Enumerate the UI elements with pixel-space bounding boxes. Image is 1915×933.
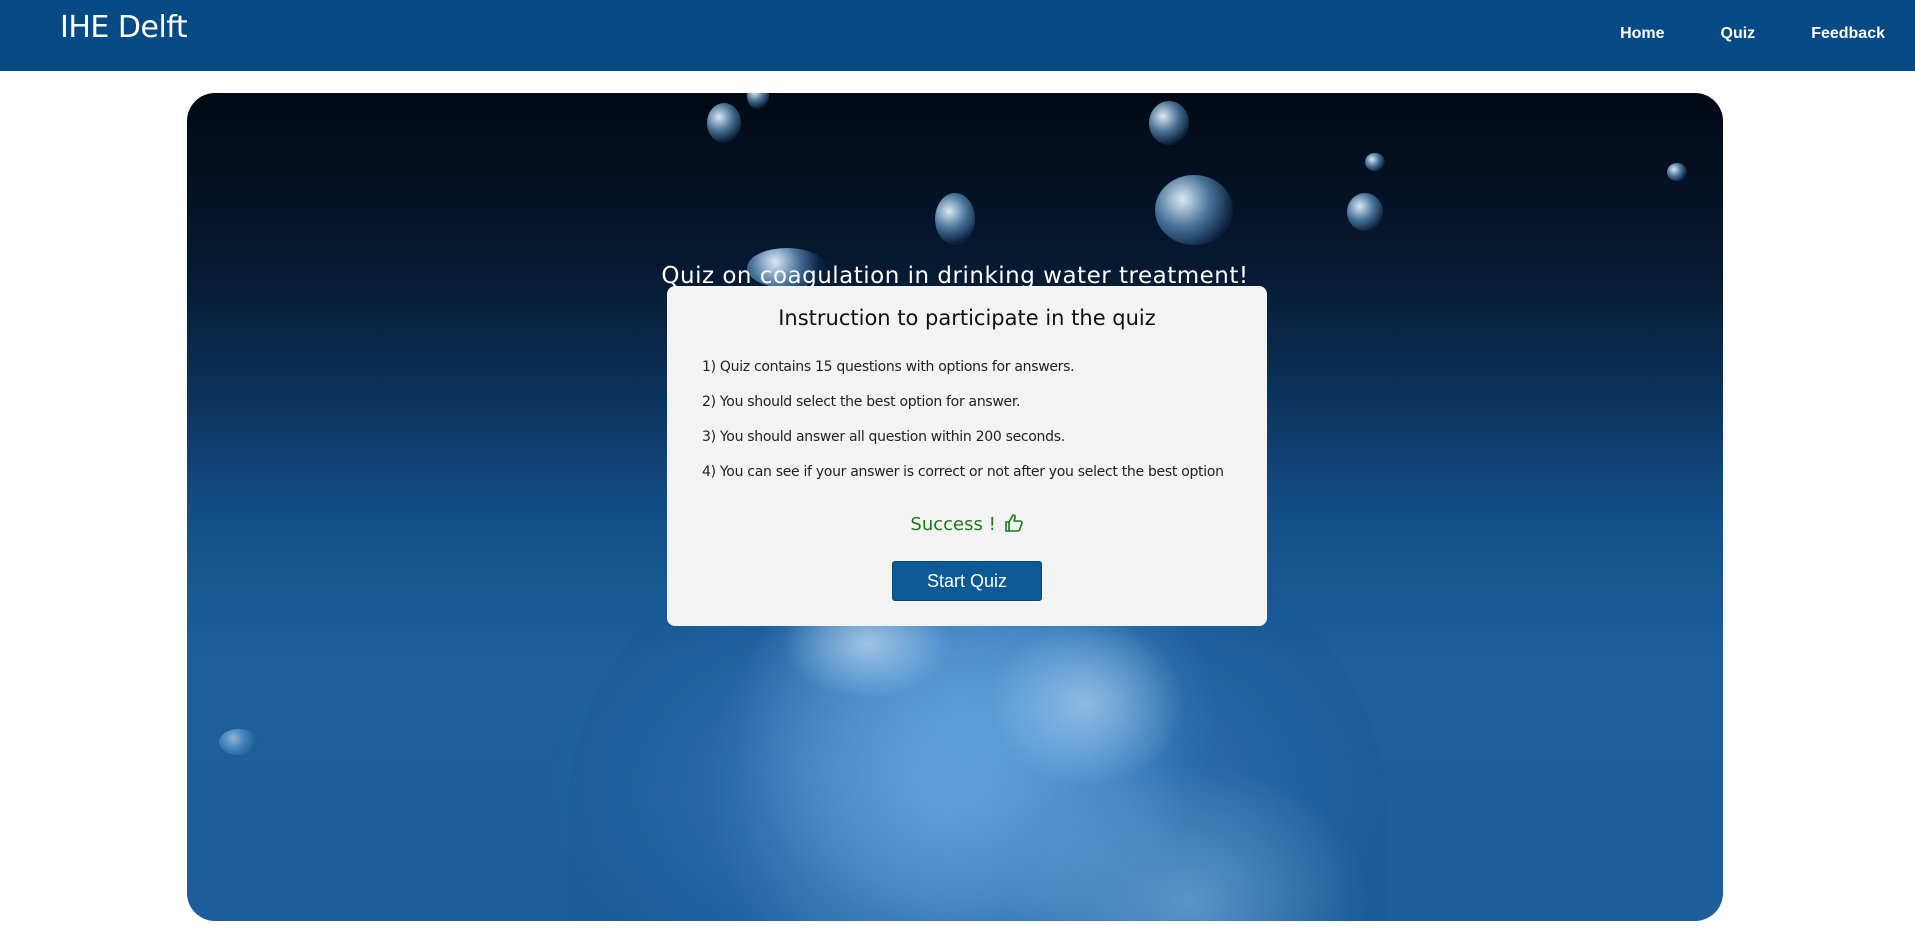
water-droplet <box>1667 163 1687 181</box>
rule-item: 2) You should select the best option for… <box>702 394 1021 410</box>
hero-water-image: Quiz on coagulation in drinking water tr… <box>187 93 1723 921</box>
nav-link-home[interactable]: Home <box>1620 25 1664 43</box>
water-droplet <box>1155 175 1233 245</box>
water-droplet <box>1149 101 1189 145</box>
brand-logo[interactable]: IHE Delft <box>60 10 188 45</box>
rule-item: 1) Quiz contains 15 questions with optio… <box>702 359 1075 375</box>
nav-link-feedback[interactable]: Feedback <box>1811 25 1885 43</box>
status-text: Success ! <box>910 514 996 535</box>
rules-list: 1) Quiz contains 15 questions with optio… <box>702 359 1224 499</box>
nav-link-quiz[interactable]: Quiz <box>1721 25 1756 43</box>
rule-item: 4) You can see if your answer is correct… <box>702 464 1224 480</box>
status-message: Success ! <box>667 513 1267 538</box>
rule-item: 3) You should answer all question within… <box>702 429 1065 445</box>
instruction-card: Instruction to participate in the quiz 1… <box>667 286 1267 626</box>
nav-links: Home Quiz Feedback <box>1594 0 1915 67</box>
water-droplet <box>1365 153 1385 171</box>
thumbs-up-icon <box>1004 513 1024 538</box>
instruction-title: Instruction to participate in the quiz <box>778 306 1156 330</box>
water-droplet <box>747 93 769 109</box>
top-navbar: IHE Delft Home Quiz Feedback <box>0 0 1915 71</box>
water-droplet <box>219 729 259 755</box>
water-droplet <box>1347 193 1383 231</box>
water-droplet <box>707 103 741 143</box>
start-quiz-button[interactable]: Start Quiz <box>892 561 1042 601</box>
water-droplet <box>935 193 975 245</box>
